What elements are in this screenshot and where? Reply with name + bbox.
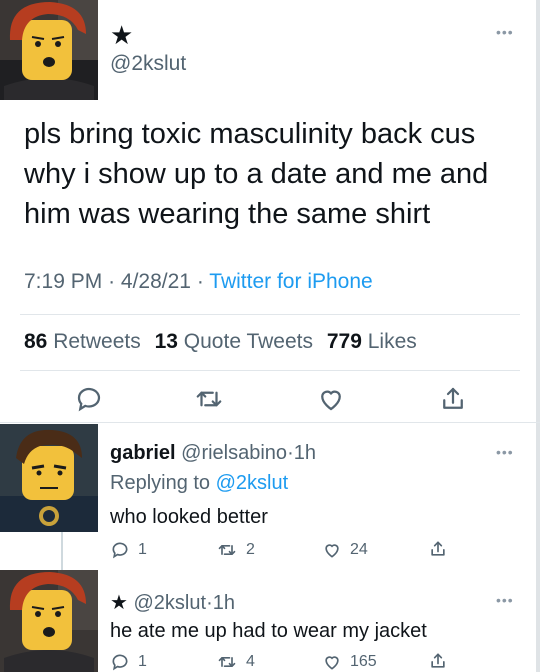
like-icon xyxy=(325,656,339,670)
tweet-source-link[interactable]: Twitter for iPhone xyxy=(209,270,372,293)
reply-author[interactable]: gabriel @rielsabino·1h xyxy=(110,442,316,465)
thread-line xyxy=(61,532,63,570)
like-count: 24 xyxy=(350,541,368,558)
avatar-rielsabino[interactable] xyxy=(0,424,98,532)
reply-count: 1 xyxy=(138,653,147,670)
reply-handle[interactable]: @rielsabino xyxy=(181,442,287,464)
screen-edge xyxy=(536,0,540,672)
quotes-stat[interactable]: 13 Quote Tweets xyxy=(155,330,313,353)
handle[interactable]: @2kslut xyxy=(110,52,186,76)
separator: · xyxy=(196,270,204,293)
reply-time: 1h xyxy=(293,442,316,464)
separator: · xyxy=(108,270,116,293)
reply-count: 1 xyxy=(138,541,147,558)
like-icon[interactable] xyxy=(316,384,346,414)
reply-handle[interactable]: @2kslut xyxy=(134,592,207,614)
divider xyxy=(20,314,520,315)
retweet-button[interactable]: 4 xyxy=(216,652,255,672)
avatar-2kslut[interactable] xyxy=(0,0,98,100)
share-button[interactable] xyxy=(428,538,448,560)
display-name[interactable]: ★ xyxy=(110,22,133,48)
tweet-time: 7:19 PM xyxy=(24,270,103,293)
reply-text: who looked better xyxy=(110,506,268,528)
like-icon xyxy=(325,544,339,558)
reply-text: he ate me up had to wear my jacket xyxy=(110,620,427,642)
replying-to: Replying to @2kslut xyxy=(110,472,289,494)
share-icon xyxy=(431,541,445,556)
retweet-icon xyxy=(218,545,236,555)
reply-author[interactable]: ★ @2kslut·1h xyxy=(110,590,235,615)
reply-display-name[interactable]: ★ xyxy=(110,592,128,614)
divider xyxy=(20,370,520,371)
replying-to-mention[interactable]: @2kslut xyxy=(216,472,289,494)
like-button[interactable]: 24 xyxy=(322,540,368,560)
reply-button[interactable]: 1 xyxy=(110,540,147,560)
reply-time: 1h xyxy=(212,592,235,614)
retweet-count: 2 xyxy=(246,541,255,558)
share-button[interactable] xyxy=(428,650,448,672)
retweets-stat[interactable]: 86 Retweets xyxy=(24,330,141,353)
like-count: 165 xyxy=(350,653,377,670)
reply-icon[interactable] xyxy=(74,384,104,414)
reply-display-name[interactable]: gabriel xyxy=(110,442,176,464)
more-icon[interactable]: ••• xyxy=(496,444,514,460)
tweet-stats: 86 Retweets 13 Quote Tweets 779 Likes xyxy=(24,330,417,354)
tweet-meta: 7:19 PM · 4/28/21 · Twitter for iPhone xyxy=(24,270,373,294)
reply-icon xyxy=(112,542,128,559)
more-icon[interactable]: ••• xyxy=(496,592,514,608)
likes-stat[interactable]: 779 Likes xyxy=(327,330,417,353)
tweet-date: 4/28/21 xyxy=(120,270,191,293)
like-button[interactable]: 165 xyxy=(322,652,377,672)
retweet-count: 4 xyxy=(246,653,255,670)
avatar-2kslut-reply[interactable] xyxy=(0,570,98,672)
share-icon[interactable] xyxy=(438,384,468,414)
more-icon[interactable]: ••• xyxy=(496,24,514,40)
divider xyxy=(0,422,540,423)
reply-button[interactable]: 1 xyxy=(110,652,147,672)
retweet-button[interactable]: 2 xyxy=(216,540,255,560)
reply-icon xyxy=(112,654,128,671)
retweet-icon[interactable] xyxy=(194,384,224,414)
share-icon xyxy=(431,653,445,668)
tweet-text: pls bring toxic masculinity back cus why… xyxy=(24,118,489,230)
retweet-icon xyxy=(218,657,236,667)
